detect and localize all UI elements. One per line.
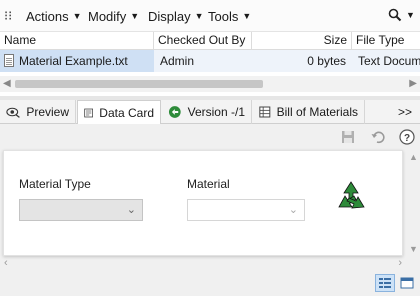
scroll-left-icon[interactable]: ◀ [3,78,11,89]
chevron-down-icon: ▼ [194,11,204,21]
preview-icon [6,107,20,118]
help-icon: ? [399,129,415,145]
data-card-panel: ? Material Type ⌄ Material ⌄ ▲ ▼ ‹ › [0,124,420,296]
column-header-size[interactable]: Size [252,32,352,50]
column-header-name[interactable]: Name [0,32,154,50]
modify-menu-label: Modify [88,8,127,24]
data-card-icon [84,108,94,117]
text-file-icon [4,54,14,67]
tab-bill-of-materials-label: Bill of Materials [276,105,358,119]
undo-icon [371,131,385,144]
chevron-down-icon: ⌄ [126,204,136,216]
actions-menu-label: Actions [26,8,69,24]
material-label: Material [187,177,230,191]
column-header-row: Name Checked Out By Size File Type [0,32,420,50]
display-menu[interactable]: Display ▼ [148,8,204,24]
tab-preview-label: Preview [26,105,69,119]
tab-version[interactable]: Version -/1 [162,100,252,124]
tools-menu-label: Tools [208,8,239,24]
modify-menu[interactable]: Modify ▼ [88,8,139,24]
search-button[interactable]: ▼ [388,7,415,23]
magnifier-icon [388,8,402,22]
save-button[interactable] [340,129,356,145]
tab-preview[interactable]: Preview [0,100,76,124]
file-type-cell: Text Document [358,54,420,68]
tab-data-card[interactable]: Data Card [77,100,161,125]
version-icon [168,106,181,118]
scroll-thumb[interactable] [15,80,263,88]
svg-text:?: ? [404,133,410,144]
file-list: Name Checked Out By Size File Type Mater… [0,32,420,96]
recycle-logo-icon [338,181,365,209]
tab-bill-of-materials[interactable]: Bill of Materials [253,100,365,124]
undo-button[interactable] [370,129,386,145]
tab-data-card-label: Data Card [99,105,154,120]
file-name-cell[interactable]: Material Example.txt [0,50,154,72]
chevron-down-icon: ▼ [242,11,252,21]
vertical-scrollbar[interactable]: ▲ ▼ [406,150,420,256]
save-icon [342,131,354,143]
data-card-toolbar: ? [0,124,420,150]
form-view-button[interactable] [397,274,417,292]
scroll-right-icon[interactable]: ▶ [409,78,417,89]
card-view-button[interactable] [375,274,395,292]
grip-icon: ⁝⁝ [4,8,13,23]
material-select[interactable]: ⌄ [187,199,305,221]
chevron-down-icon: ▼ [406,10,415,20]
help-button[interactable]: ? [399,129,415,145]
scroll-up-icon[interactable]: ▲ [409,152,418,162]
data-card-form: Material Type ⌄ Material ⌄ [3,150,403,256]
toolbar: ⁝⁝ Actions ▼ Modify ▼ Display ▼ Tools ▼ … [0,0,420,32]
scroll-left-icon[interactable]: ‹ [4,257,8,269]
column-header-checked-out-by[interactable]: Checked Out By [154,32,252,50]
card-view-icon [379,278,391,288]
horizontal-scrollbar[interactable]: ◀ ▶ [0,76,420,92]
tools-menu[interactable]: Tools ▼ [208,8,251,24]
scroll-down-icon[interactable]: ▼ [409,244,418,254]
material-type-select[interactable]: ⌄ [19,199,143,221]
form-view-icon [400,277,414,289]
table-row[interactable]: Material Example.txt Admin 0 bytes Text … [0,50,420,72]
display-menu-label: Display [148,8,191,24]
actions-menu[interactable]: Actions ▼ [26,8,82,24]
preview-tabs: Preview Data Card Version -/1 Bill of Ma… [0,100,420,125]
chevron-down-icon: ▼ [72,11,82,21]
chevron-down-icon: ⌄ [288,204,298,216]
chevron-down-icon: ▼ [130,11,140,21]
tab-version-label: Version -/1 [187,105,245,119]
material-type-label: Material Type [19,177,91,191]
panel-horizontal-scrollbar[interactable]: ‹ › [0,256,406,270]
scroll-right-icon[interactable]: › [398,257,402,269]
bill-of-materials-icon [259,106,271,118]
tabs-overflow-button[interactable]: >> [398,105,412,119]
size-cell: 0 bytes [307,54,346,68]
file-name: Material Example.txt [19,54,128,68]
checked-out-by-cell: Admin [160,54,195,68]
column-header-file-type[interactable]: File Type [352,32,420,50]
